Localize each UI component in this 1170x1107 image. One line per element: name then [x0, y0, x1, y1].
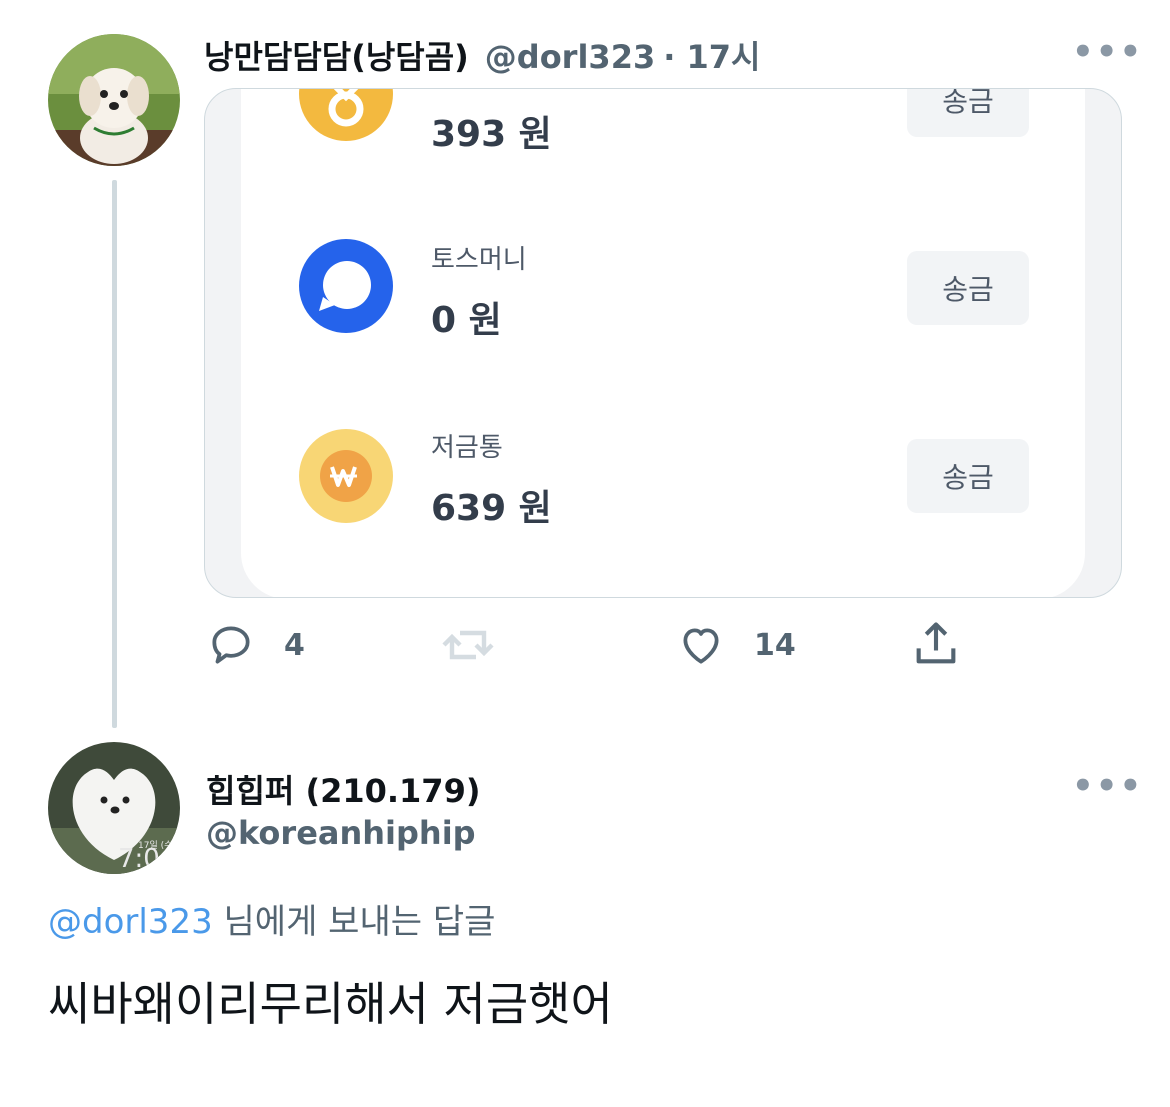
reply-action[interactable]: 4 [206, 620, 305, 670]
reply-avatar[interactable]: 17일 (수) 7:0 [48, 742, 180, 874]
account-amount: 0 원 [431, 300, 502, 341]
send-button[interactable]: 송금 [907, 439, 1029, 513]
avatar-fluffy-dog-image [48, 742, 180, 874]
avatar[interactable] [48, 34, 180, 166]
account-amount: 639 원 [431, 488, 552, 529]
reply-text: 씨바왜이리무리해서 저금햇어 [48, 977, 613, 1031]
avatar-overlay-time: 7:0 [118, 844, 160, 874]
avatar-dog-image [48, 34, 180, 166]
tweet-header: 낭만담담담(낭담곰) @dorl323 · 17시 [204, 32, 761, 78]
like-count: 14 [754, 627, 796, 663]
toss-chat-bubble-icon [299, 239, 393, 333]
thread-line [112, 180, 117, 728]
reply-more-options-icon[interactable]: ••• [1072, 766, 1143, 806]
media-card[interactable]: 393 원 송금 토스머니 0 원 송금 저금통 639 원 송금 [204, 88, 1122, 598]
account-amount: 393 원 [431, 114, 552, 155]
more-options-icon[interactable]: ••• [1072, 32, 1143, 72]
share-action[interactable] [910, 618, 962, 670]
won-coin-icon [299, 429, 393, 523]
retweet-icon [442, 630, 494, 660]
author-name[interactable]: 낭만담담담(낭담곰) [204, 32, 469, 78]
reply-author-handle[interactable]: @koreanhiphip [206, 814, 476, 852]
send-button[interactable]: 송금 [907, 251, 1029, 325]
author-handle[interactable]: @dorl323 [485, 38, 655, 76]
reply-author-name[interactable]: 힙힙퍼 (210.179) [206, 766, 480, 812]
account-label: 저금통 [431, 433, 503, 463]
replying-to-suffix: 님에게 보내는 답글 [212, 902, 496, 942]
share-icon [916, 622, 956, 664]
mention-link[interactable]: @dorl323 [48, 902, 213, 942]
reply-icon [212, 626, 250, 664]
medal-icon [299, 89, 393, 141]
heart-icon [683, 628, 719, 664]
toss-account-list: 393 원 송금 토스머니 0 원 송금 저금통 639 원 송금 [241, 89, 1085, 597]
tweet-time[interactable]: · 17시 [663, 32, 760, 78]
retweet-action[interactable] [440, 620, 524, 670]
like-action[interactable]: 14 [676, 620, 796, 670]
send-button[interactable]: 송금 [907, 89, 1029, 137]
reply-count: 4 [284, 627, 305, 663]
account-label: 토스머니 [431, 245, 527, 275]
replying-to: @dorl323 님에게 보내는 답글 [48, 894, 495, 943]
